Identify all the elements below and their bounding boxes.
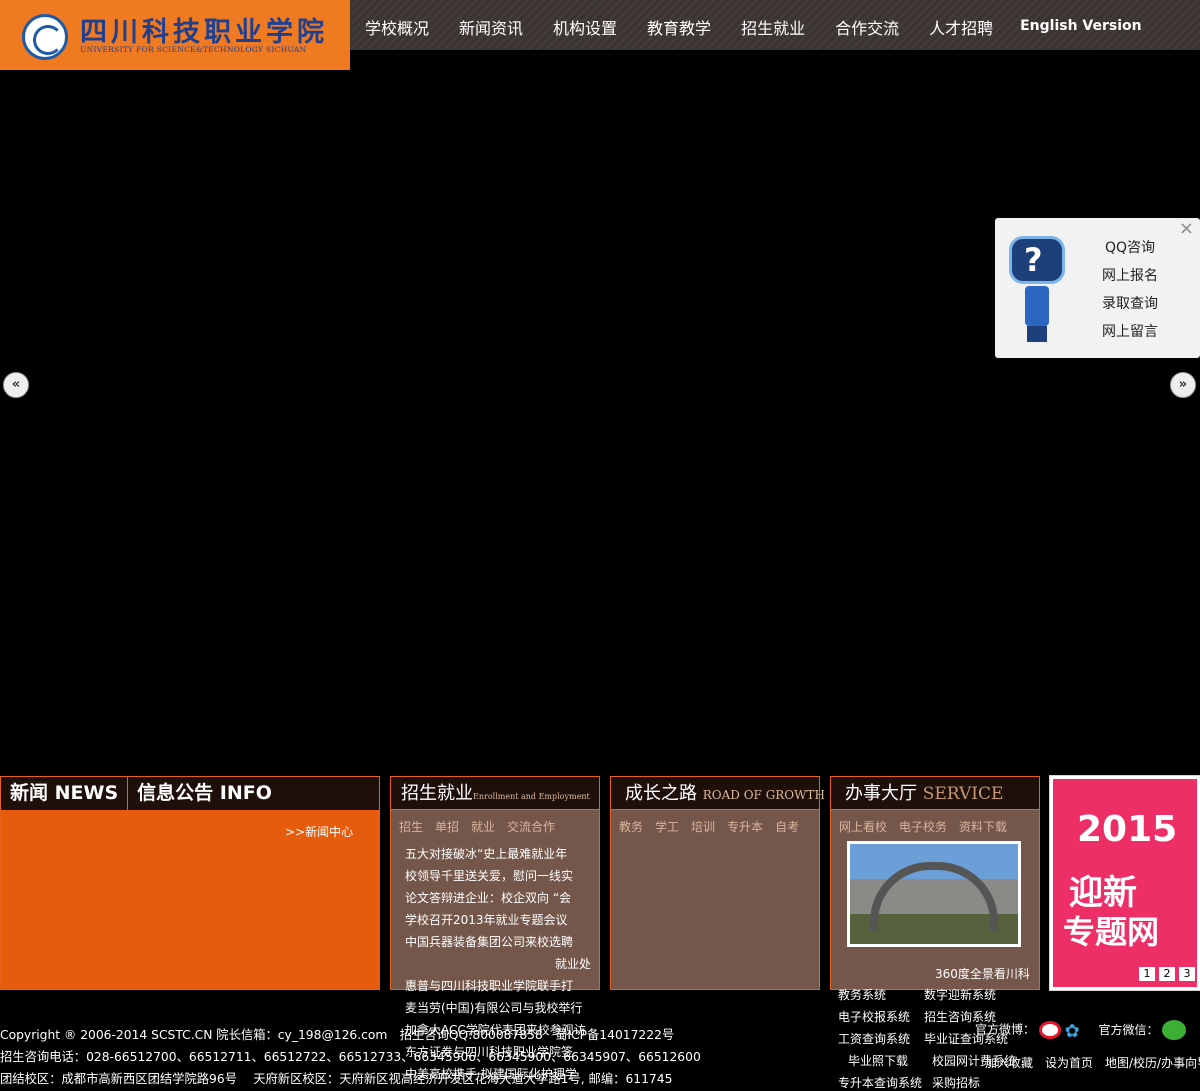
school-logo[interactable]: 四川科技职业学院 UNIVERSITY FOR SCIENCE&TECHNOLO… xyxy=(0,0,350,70)
service-panel: 办事大厅 SERVICE 网上看校 电子校务 资料下载 360度全景看川科 xyxy=(830,776,1040,990)
consult-float-panel: × ? QQ咨询 网上报名 录取查询 网上留言 xyxy=(995,218,1200,358)
close-icon[interactable]: × xyxy=(1179,218,1194,239)
growth-subtitle: ROAD OF GROWTH xyxy=(702,788,825,802)
system-link[interactable]: 工资查询系统 xyxy=(838,1028,924,1050)
nav-item-recruitment[interactable]: 人才招聘 xyxy=(914,0,1008,50)
news-panel: 新闻 NEWS 信息公告 INFO >>新闻中心 xyxy=(0,776,380,990)
logo-english-name: UNIVERSITY FOR SCIENCE&TECHNOLOGY SICHUA… xyxy=(80,45,307,54)
tab-info[interactable]: 信息公告 INFO xyxy=(128,777,281,810)
employment-title: 招生就业 xyxy=(401,783,473,804)
tab-news[interactable]: 新闻 NEWS xyxy=(1,777,129,810)
list-item-source: 就业处 xyxy=(554,957,591,971)
service-title: 办事大厅 xyxy=(845,783,917,804)
list-item[interactable]: 五大对接破冰“史上最难就业年 xyxy=(405,843,595,865)
weibo-icon[interactable] xyxy=(1038,1021,1061,1039)
consult-admission-query-link[interactable]: 录取查询 xyxy=(1095,294,1165,322)
nav-item-admission[interactable]: 招生就业 xyxy=(726,0,820,50)
list-item[interactable]: 惠普与四川科技职业学院联手打 xyxy=(405,975,595,997)
tab-employment[interactable]: 就业 xyxy=(471,818,495,835)
welcome-promo-banner[interactable]: 2015 迎新 专题网 1 2 3 xyxy=(1049,775,1200,991)
news-center-link[interactable]: >>新闻中心 xyxy=(285,823,353,840)
employment-subtitle: Enrollment and Employment xyxy=(473,792,590,801)
consult-qq-link[interactable]: QQ咨询 xyxy=(1095,238,1165,266)
panorama-caption[interactable]: 360度全景看川科 xyxy=(935,965,1030,982)
list-item[interactable]: 学校召开2013年就业专题会议 xyxy=(405,909,595,931)
promo-page-3[interactable]: 3 xyxy=(1179,967,1195,981)
question-mark: ? xyxy=(1024,241,1043,279)
tab-self-study[interactable]: 自考 xyxy=(775,818,799,835)
weibo-label: 官方微博： xyxy=(975,1022,1036,1037)
campus-gate-photo[interactable] xyxy=(847,841,1021,947)
social-links: 官方微博： ✿ 官方微信： xyxy=(975,1020,1187,1042)
tab-downloads[interactable]: 资料下载 xyxy=(959,818,1007,835)
slider-next-icon[interactable]: » xyxy=(1170,372,1196,398)
logo-chinese-name: 四川科技职业学院 xyxy=(80,17,328,48)
growth-title: 成长之路 xyxy=(625,783,697,804)
list-item[interactable]: 麦当劳(中国)有限公司与我校举行 xyxy=(405,997,595,1019)
promo-page-2[interactable]: 2 xyxy=(1159,967,1175,981)
footer-phone: 招生咨询电话：028-66512700、66512711、66512722、66… xyxy=(0,1050,701,1064)
system-link[interactable]: 采购招标 xyxy=(932,1072,980,1091)
nav-item-organization[interactable]: 机构设置 xyxy=(538,0,632,50)
tab-campus-view[interactable]: 网上看校 xyxy=(839,818,887,835)
promo-year: 2015 xyxy=(1077,809,1178,850)
help-robot-icon: ? xyxy=(1009,236,1065,346)
nav-item-school-overview[interactable]: 学校概况 xyxy=(350,0,444,50)
consult-message-link[interactable]: 网上留言 xyxy=(1095,322,1165,350)
nav-item-english-version[interactable]: English Version xyxy=(1008,0,1157,50)
tab-student-affairs[interactable]: 学工 xyxy=(655,818,679,835)
wechat-icon[interactable] xyxy=(1162,1020,1187,1040)
system-link[interactable]: 电子校报系统 xyxy=(838,1006,924,1028)
tab-enrollment[interactable]: 招生 xyxy=(399,818,423,835)
school-emblem-icon xyxy=(22,14,68,60)
system-link[interactable]: 数字迎新系统 xyxy=(924,984,996,1006)
tab-single-enrollment[interactable]: 单招 xyxy=(435,818,459,835)
footer-info: Copyright ® 2006-2014 SCSTC.CN 院长信箱：cy_1… xyxy=(0,1024,701,1090)
wechat-label: 官方微信： xyxy=(1098,1022,1159,1037)
tab-training[interactable]: 培训 xyxy=(691,818,715,835)
footer-copyright: Copyright ® 2006-2014 SCSTC.CN 院长信箱：cy_1… xyxy=(0,1028,675,1042)
promo-page-1[interactable]: 1 xyxy=(1139,967,1155,981)
list-item[interactable]: 校领导千里送关爱，慰问一线实 xyxy=(405,865,595,887)
tab-upgrade[interactable]: 专升本 xyxy=(727,818,763,835)
service-subtitle: SERVICE xyxy=(922,784,1004,804)
tab-e-affairs[interactable]: 电子校务 xyxy=(899,818,947,835)
nav-item-news[interactable]: 新闻资讯 xyxy=(444,0,538,50)
nav-item-cooperation[interactable]: 合作交流 xyxy=(820,0,914,50)
promo-line2: 专题网 xyxy=(1063,913,1160,951)
tab-academic[interactable]: 教务 xyxy=(619,818,643,835)
nav-item-education[interactable]: 教育教学 xyxy=(632,0,726,50)
footer-address: 团结校区：成都市高新西区团结学院路96号 天府新区校区：天府新区视高经济开发区花… xyxy=(0,1072,673,1086)
consult-apply-link[interactable]: 网上报名 xyxy=(1095,266,1165,294)
employment-panel: 招生就业Enrollment and Employment 招生 单招 就业 交… xyxy=(390,776,600,1081)
slider-prev-icon[interactable]: « xyxy=(3,372,29,398)
list-item[interactable]: 论文答辩进企业：校企双向 “会 xyxy=(405,887,595,909)
growth-panel: 成长之路 ROAD OF GROWTH 教务 学工 培训 专升本 自考 xyxy=(610,776,825,990)
system-link[interactable]: 专升本查询系统 xyxy=(838,1072,932,1091)
qq-weibo-icon[interactable]: ✿ xyxy=(1065,1021,1087,1042)
footer-links[interactable]: 加入收藏 设为首页 地图/校历/办事向导 xyxy=(985,1054,1200,1071)
list-item[interactable]: 中国兵器装备集团公司来校选聘 xyxy=(405,931,595,953)
system-link[interactable]: 毕业照下载 xyxy=(838,1050,932,1072)
system-link[interactable]: 教务系统 xyxy=(838,984,924,1006)
tab-exchange[interactable]: 交流合作 xyxy=(507,818,555,835)
main-nav: 学校概况 新闻资讯 机构设置 教育教学 招生就业 合作交流 人才招聘 Engli… xyxy=(350,0,1157,50)
